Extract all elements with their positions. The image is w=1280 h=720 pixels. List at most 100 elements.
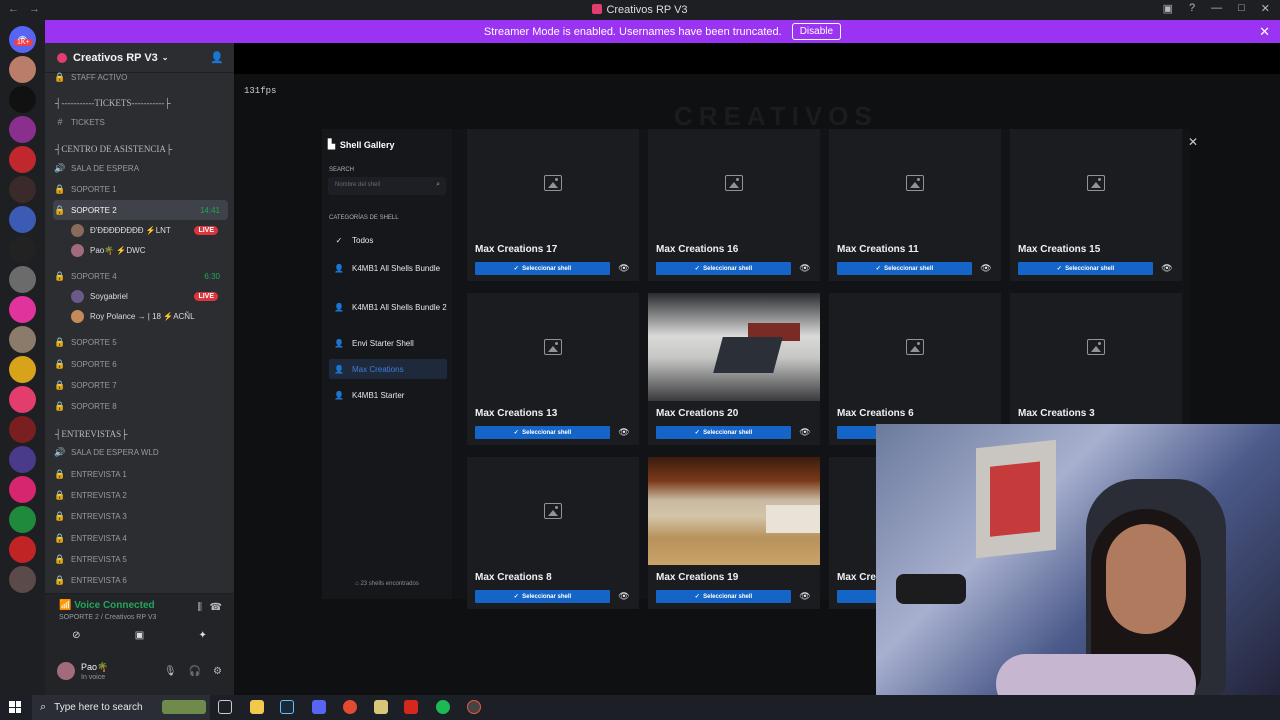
shell-card[interactable]: Max Creations 19 ✓ Seleccionar shell 👁 [648, 457, 820, 609]
add-user-icon[interactable]: 👤 [210, 51, 224, 64]
select-shell-button[interactable]: ✓ Seleccionar shell [475, 426, 610, 439]
select-shell-button[interactable]: ✓ Seleccionar shell [1018, 262, 1153, 275]
server-icon[interactable] [9, 476, 36, 503]
category-todos[interactable]: ✓ Todos [329, 230, 447, 250]
close-gallery-icon[interactable]: ✕ [1188, 135, 1198, 149]
file-explorer-icon[interactable] [250, 700, 264, 714]
weather-widget-icon[interactable] [162, 700, 206, 714]
obs-icon[interactable] [467, 700, 481, 714]
channel-entrevista-3[interactable]: 🔒 ENTREVISTA 3 [53, 506, 228, 526]
select-shell-button[interactable]: ✓ Seleccionar shell [475, 590, 610, 603]
help-icon[interactable]: ? [1189, 2, 1195, 15]
search-input[interactable]: Nombre del shell ⌕ [328, 177, 446, 195]
server-icon[interactable] [9, 356, 36, 383]
select-shell-button[interactable]: ✓ Seleccionar shell [656, 590, 791, 603]
channel-soporte-6[interactable]: 🔒 SOPORTE 6 [53, 354, 228, 374]
server-icon[interactable] [9, 206, 36, 233]
disconnect-icon[interactable]: ☎ [210, 602, 222, 613]
voice-status[interactable]: 📶 Voice Connected [59, 600, 155, 611]
category-k4mb1-bundle-2[interactable]: 👤 K4MB1 All Shells Bundle 2 [329, 294, 447, 320]
eye-icon[interactable]: 👁 [798, 426, 812, 439]
category-entrevistas[interactable]: ┤ENTREVISTAS├ [55, 429, 128, 439]
server-icon[interactable] [9, 266, 36, 293]
eye-icon[interactable]: 👁 [1160, 262, 1174, 275]
select-shell-button[interactable]: ✓ Seleccionar shell [475, 262, 610, 275]
server-icon[interactable] [9, 296, 36, 323]
channel-soporte-7[interactable]: 🔒 SOPORTE 7 [53, 375, 228, 395]
server-icon[interactable] [9, 176, 36, 203]
eye-icon[interactable]: 👁 [617, 262, 631, 275]
channel-soporte-5[interactable]: 🔒 SOPORTE 5 [53, 332, 228, 352]
category-k4mb1-bundle[interactable]: 👤 K4MB1 All Shells Bundle [329, 255, 447, 281]
server-icon[interactable] [9, 56, 36, 83]
category-max-creations[interactable]: 👤 Max Creations [329, 359, 447, 379]
channel-entrevista-5[interactable]: 🔒 ENTREVISTA 5 [53, 549, 228, 569]
category-tickets[interactable]: ┤-----------TICKETS-----------├ [55, 98, 171, 108]
avatar[interactable] [57, 662, 75, 680]
channel-entrevista-1[interactable]: 🔒 ENTREVISTA 1 [53, 464, 228, 484]
steam-icon[interactable] [280, 700, 294, 714]
shell-card[interactable]: Max Creations 6✓ Seleccionar shell👁 [829, 293, 1001, 445]
windows-start-icon[interactable] [9, 701, 21, 713]
noise-suppression-icon[interactable]: ⫼ [197, 602, 202, 613]
server-icon[interactable] [9, 86, 36, 113]
eye-icon[interactable]: 👁 [798, 590, 812, 603]
server-icon[interactable] [9, 446, 36, 473]
channel-tickets[interactable]: # TICKETS [53, 112, 228, 132]
close-window-button[interactable]: ✕ [1261, 2, 1270, 15]
disable-button[interactable]: Disable [791, 23, 842, 40]
shell-card[interactable]: Max Creations 13 ✓ Seleccionar shell 👁 [467, 293, 639, 445]
task-view-icon[interactable] [218, 700, 232, 714]
eye-icon[interactable]: 👁 [798, 262, 812, 275]
mic-icon[interactable]: 🎙 [164, 666, 177, 677]
channel-soporte-2[interactable]: 🔒 SOPORTE 2 14:41 [53, 200, 228, 220]
voice-user[interactable]: Soygabriel LIVE [71, 287, 226, 305]
select-shell-button[interactable]: ✓ Seleccionar shell [656, 426, 791, 439]
gear-icon[interactable]: ⚙ [213, 666, 222, 677]
shell-card[interactable]: Max Creations 3✓ Seleccionar shell👁 [1010, 293, 1182, 445]
app-icon[interactable] [404, 700, 418, 714]
minimize-button[interactable]: — [1211, 2, 1222, 15]
eye-icon[interactable]: 👁 [617, 426, 631, 439]
chrome-icon[interactable] [343, 700, 357, 714]
maximize-button[interactable]: □ [1238, 2, 1245, 15]
voice-user[interactable]: Roy Polance → | 18 ⚡ACÑL [71, 307, 195, 325]
eye-icon[interactable]: 👁 [617, 590, 631, 603]
shell-card[interactable]: Max Creations 8 ✓ Seleccionar shell 👁 [467, 457, 639, 609]
channel-staff[interactable]: 🔒 STAFF ACTIVO [53, 67, 228, 87]
server-icon-active[interactable] [9, 386, 36, 413]
server-icon[interactable] [9, 416, 36, 443]
channel-soporte-8[interactable]: 🔒 SOPORTE 8 [53, 396, 228, 416]
voice-user[interactable]: Pao🌴 ⚡DWC [71, 241, 145, 259]
server-icon[interactable] [9, 236, 36, 263]
category-envi-starter[interactable]: 👤 Envi Starter Shell [329, 333, 447, 353]
files-icon[interactable] [374, 700, 388, 714]
spotify-icon[interactable] [436, 700, 450, 714]
server-icon[interactable] [9, 326, 36, 353]
select-shell-button[interactable]: ✓ Seleccionar shell [656, 262, 791, 275]
server-icon[interactable] [9, 536, 36, 563]
discord-icon[interactable] [312, 700, 326, 714]
channel-entrevista-2[interactable]: 🔒 ENTREVISTA 2 [53, 485, 228, 505]
select-shell-button[interactable] [837, 590, 876, 603]
channel-soporte-4[interactable]: 🔒 SOPORTE 4 6:30 [53, 266, 228, 286]
server-icon[interactable] [9, 116, 36, 143]
inbox-icon[interactable]: ▣ [1163, 2, 1173, 15]
headphones-icon[interactable]: 🎧 [189, 666, 201, 677]
activities-icon[interactable]: ✦ [198, 630, 206, 641]
shell-card[interactable]: Max Crea [829, 457, 876, 609]
shell-card[interactable]: Max Creations 15 ✓ Seleccionar shell 👁 [1010, 129, 1182, 281]
select-shell-button[interactable]: ✓ Seleccionar shell [837, 262, 972, 275]
eye-icon[interactable]: 👁 [979, 262, 993, 275]
channel-soporte-1[interactable]: 🔒 SOPORTE 1 [53, 179, 228, 199]
server-icon[interactable] [9, 566, 36, 593]
camera-off-icon[interactable]: ⊘ [72, 630, 80, 641]
voice-channel-text[interactable]: SOPORTE 2 / Creativos RP V3 [59, 614, 156, 621]
screen-share-icon[interactable]: ▣ [135, 630, 144, 641]
shell-card[interactable]: Max Creations 20 ✓ Seleccionar shell 👁 [648, 293, 820, 445]
channel-entrevista-6[interactable]: 🔒 ENTREVISTA 6 [53, 570, 228, 590]
close-banner-icon[interactable]: ✕ [1259, 24, 1270, 40]
shell-card[interactable]: Max Creations 17 ✓ Seleccionar shell 👁 [467, 129, 639, 281]
channel-entrevista-4[interactable]: 🔒 ENTREVISTA 4 [53, 528, 228, 548]
channel-sala-wld[interactable]: 🔊 SALA DE ESPERA WLD [53, 442, 228, 462]
